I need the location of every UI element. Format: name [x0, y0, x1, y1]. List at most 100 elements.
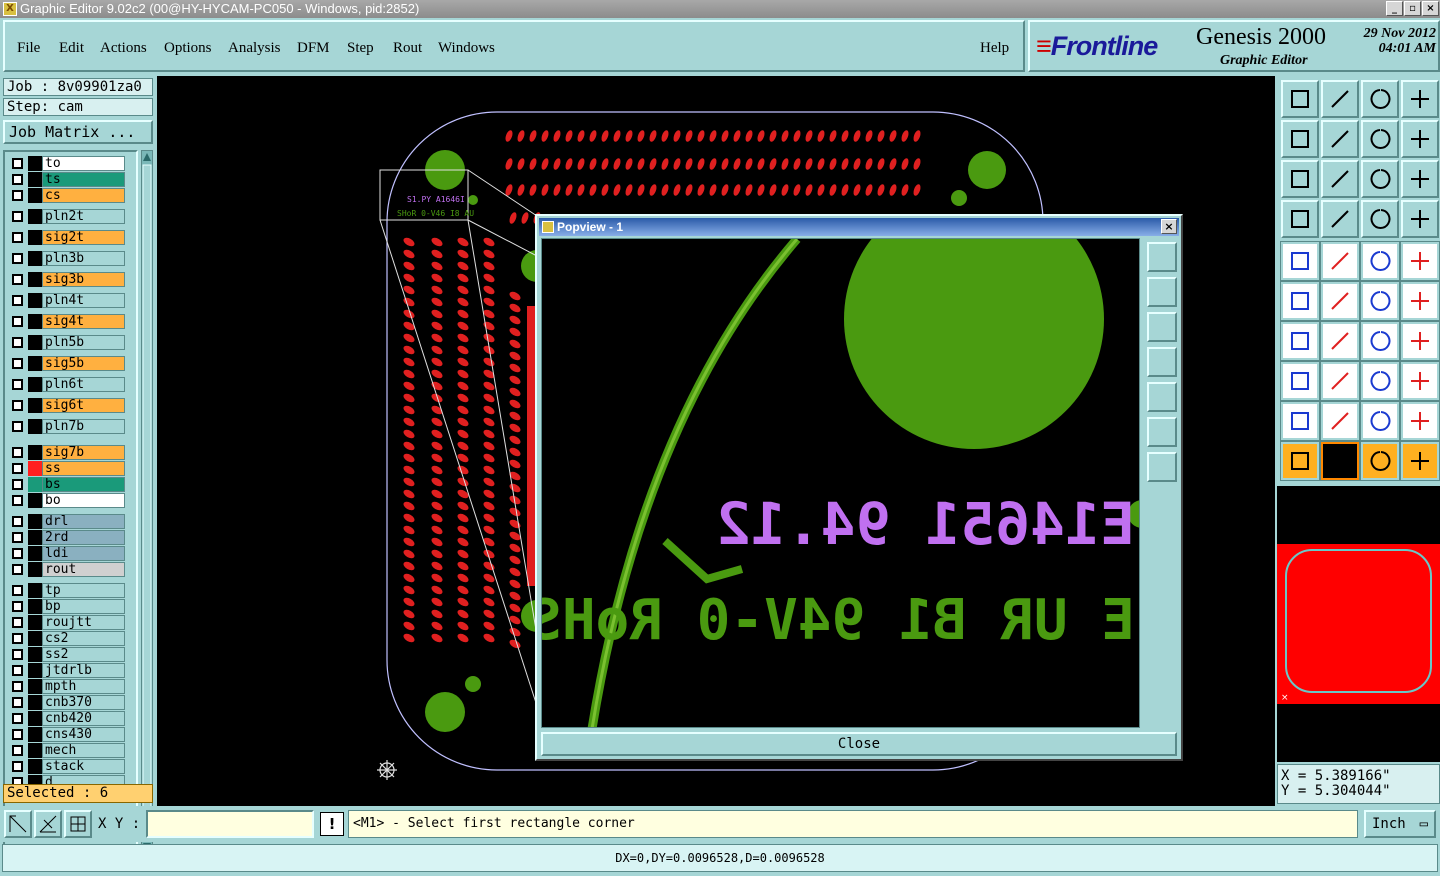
resize-icon[interactable] — [1360, 361, 1400, 401]
layer-row-jtdrlb[interactable]: jtdrlb — [9, 663, 131, 678]
layer-color-swatch[interactable] — [28, 530, 42, 545]
layer-row-bo[interactable]: bo — [9, 493, 131, 508]
layer-name[interactable]: to — [42, 156, 125, 171]
layer-row-roujtt[interactable]: roujtt — [9, 615, 131, 630]
layer-name[interactable]: ss2 — [42, 647, 125, 662]
layer-name[interactable]: bp — [42, 599, 125, 614]
layer-name[interactable]: 2rd — [42, 530, 125, 545]
alert-icon[interactable]: ! — [320, 812, 344, 836]
redraw-icon[interactable] — [1401, 120, 1439, 158]
layer-checkbox[interactable] — [12, 564, 23, 575]
move-icon[interactable] — [1280, 361, 1320, 401]
layer-checkbox[interactable] — [12, 649, 23, 660]
layer-color-swatch[interactable] — [28, 679, 42, 694]
route-icon[interactable] — [1400, 441, 1440, 481]
layer-name[interactable]: rout — [42, 562, 125, 577]
select-icon[interactable] — [1320, 441, 1360, 481]
layer-checkbox[interactable] — [12, 232, 23, 243]
layer-color-swatch[interactable] — [28, 631, 42, 646]
layer-checkbox[interactable] — [12, 400, 23, 411]
layer-checkbox[interactable] — [12, 358, 23, 369]
measure-tool-icon[interactable] — [1281, 200, 1319, 238]
layer-row-sig4t[interactable]: sig4t — [9, 314, 131, 329]
layer-color-swatch[interactable] — [28, 477, 42, 492]
unit-selector[interactable]: Inch ▭ — [1364, 810, 1436, 838]
layer-name[interactable]: ts — [42, 172, 125, 187]
close-window-button[interactable]: × — [1422, 1, 1439, 16]
grid-snap-icon[interactable] — [64, 810, 92, 838]
layer-name[interactable]: sig3b — [42, 272, 125, 287]
layer-name[interactable]: ldi — [42, 546, 125, 561]
layer-checkbox[interactable] — [12, 601, 23, 612]
layer-checkbox[interactable] — [12, 729, 23, 740]
layer-color-swatch[interactable] — [28, 209, 42, 224]
layer-checkbox[interactable] — [12, 761, 23, 772]
layer-row-stack[interactable]: stack — [9, 759, 131, 774]
layer-color-swatch[interactable] — [28, 493, 42, 508]
layer-name[interactable]: pln4t — [42, 293, 125, 308]
center-icon[interactable] — [1321, 160, 1359, 198]
layer-name[interactable]: cs2 — [42, 631, 125, 646]
layer-color-swatch[interactable] — [28, 272, 42, 287]
layer-name[interactable]: mech — [42, 743, 125, 758]
layer-row-mpth[interactable]: mpth — [9, 679, 131, 694]
layer-row-pln3b[interactable]: pln3b — [9, 251, 131, 266]
layer-checkbox[interactable] — [12, 665, 23, 676]
arc-icon[interactable] — [1360, 321, 1400, 361]
zoom-forward-icon[interactable] — [1321, 120, 1359, 158]
help-icon[interactable] — [1401, 160, 1439, 198]
layer-row-pln6t[interactable]: pln6t — [9, 377, 131, 392]
layer-name[interactable]: mpth — [42, 679, 125, 694]
layer-name[interactable]: ss — [42, 461, 125, 476]
layer-checkbox[interactable] — [12, 274, 23, 285]
menu-step[interactable]: Step — [347, 40, 374, 57]
grid-icon[interactable] — [1321, 200, 1359, 238]
layer-color-swatch[interactable] — [28, 711, 42, 726]
layer-checkbox[interactable] — [12, 617, 23, 628]
layer-row-pln2t[interactable]: pln2t — [9, 209, 131, 224]
undo-zoom-icon[interactable] — [1361, 120, 1399, 158]
angle-snap-icon[interactable] — [34, 810, 62, 838]
menu-actions[interactable]: Actions — [100, 40, 147, 57]
tri4-icon[interactable] — [1400, 401, 1440, 441]
zoom-in-icon[interactable] — [1147, 417, 1177, 447]
layer-color-swatch[interactable] — [28, 172, 42, 187]
layer-color-swatch[interactable] — [28, 377, 42, 392]
layer-row-cs[interactable]: cs — [9, 188, 131, 203]
layer-checkbox[interactable] — [12, 463, 23, 474]
layer-color-swatch[interactable] — [28, 647, 42, 662]
layer-row-cnb420[interactable]: cnb420 — [9, 711, 131, 726]
layer-color-swatch[interactable] — [28, 599, 42, 614]
pan-left-icon[interactable] — [1147, 347, 1177, 377]
save-icon[interactable] — [1321, 80, 1359, 118]
minimize-button[interactable]: _ — [1386, 1, 1403, 16]
layer-row-cnb370[interactable]: cnb370 — [9, 695, 131, 710]
layer-row-tp[interactable]: tp — [9, 583, 131, 598]
job-matrix-button[interactable]: Job Matrix ... — [3, 120, 153, 144]
menu-file[interactable]: File — [17, 40, 40, 57]
layer-color-swatch[interactable] — [28, 461, 42, 476]
layer-name[interactable]: bo — [42, 493, 125, 508]
layer-color-swatch[interactable] — [28, 335, 42, 350]
menu-dfm[interactable]: DFM — [297, 40, 330, 57]
layer-name[interactable]: jtdrlb — [42, 663, 125, 678]
layer-name[interactable]: cnb420 — [42, 711, 125, 726]
layer-name[interactable]: sig5b — [42, 356, 125, 371]
layer-color-swatch[interactable] — [28, 230, 42, 245]
layer-checkbox[interactable] — [12, 379, 23, 390]
layer-checkbox[interactable] — [12, 447, 23, 458]
layer-checkbox[interactable] — [12, 585, 23, 596]
layer-checkbox[interactable] — [12, 495, 23, 506]
tri-icon[interactable] — [1280, 401, 1320, 441]
layer-red-icon[interactable] — [1361, 200, 1399, 238]
home-icon[interactable] — [1361, 80, 1399, 118]
layer-color-swatch[interactable] — [28, 188, 42, 203]
layer-checkbox[interactable] — [12, 479, 23, 490]
layer-checkbox[interactable] — [12, 190, 23, 201]
connect-icon[interactable] — [1280, 281, 1320, 321]
layer-color-swatch[interactable] — [28, 615, 42, 630]
layer-row-cns430[interactable]: cns430 — [9, 727, 131, 742]
layer-checkbox[interactable] — [12, 713, 23, 724]
layer-checkbox[interactable] — [12, 174, 23, 185]
layer-checkbox[interactable] — [12, 337, 23, 348]
